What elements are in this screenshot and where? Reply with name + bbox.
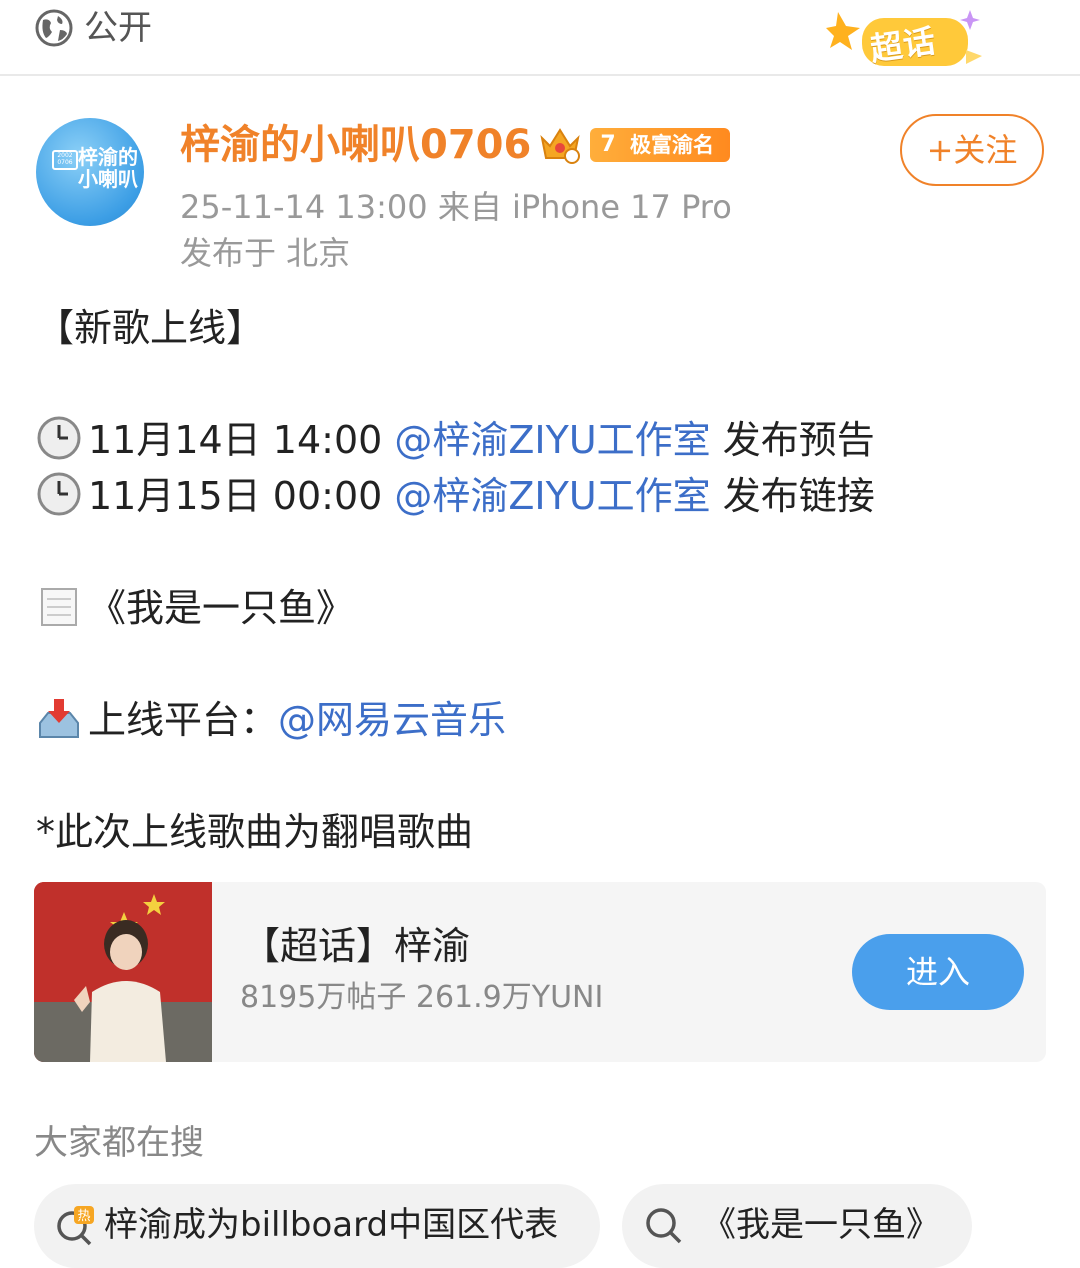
song-title: 《我是一只鱼》: [88, 586, 355, 630]
avatar-text: 梓渝的小喇叭: [78, 145, 138, 191]
top-bar: 公开 超话: [0, 0, 1080, 76]
preview-action: 发布预告: [710, 418, 875, 462]
post-platform: 上线平台：@网易云音乐: [36, 694, 506, 746]
level-title: 极富渝名: [630, 133, 714, 157]
search-icon: [646, 1208, 682, 1244]
post-line-preview: 11月14日 14:00 @梓渝ZIYU工作室 发布预告: [36, 414, 875, 466]
search-chip-label: 梓渝成为billboard中国区代表: [104, 1205, 559, 1245]
post-line-link: 11月15日 00:00 @梓渝ZIYU工作室 发布链接: [36, 470, 875, 522]
search-chip-label: 《我是一只鱼》: [702, 1205, 940, 1245]
clock-icon: [37, 472, 81, 516]
supertopic-cover-image: [34, 882, 212, 1062]
follow-button[interactable]: +关注: [900, 114, 1044, 186]
preview-time: 11月14日 14:00: [88, 418, 395, 462]
memo-icon: [41, 588, 77, 626]
inbox-download-icon: [39, 699, 79, 738]
crown-icon: [540, 128, 580, 164]
link-time: 11月15日 00:00: [88, 474, 395, 518]
trending-heading: 大家都在搜: [34, 1123, 204, 1163]
supertopic-badge-label: 超话: [867, 21, 939, 69]
enter-button[interactable]: 进入: [852, 934, 1024, 1010]
post-time-source: 25-11-14 13:00 来自 iPhone 17 Pro: [180, 188, 732, 226]
username[interactable]: 梓渝的小喇叭0706: [180, 118, 531, 172]
supertopic-title: 【超话】梓渝: [242, 924, 471, 968]
studio-mention-link[interactable]: @梓渝ZIYU工作室: [394, 474, 710, 518]
post-song: 《我是一只鱼》: [36, 582, 354, 634]
post-location: 发布于 北京: [180, 234, 351, 272]
hot-search-icon: 热: [57, 1206, 94, 1246]
level-badge[interactable]: 7 极富渝名: [590, 128, 730, 162]
clock-icon: [37, 416, 81, 460]
link-action: 发布链接: [710, 474, 875, 518]
post-heading: 【新歌上线】: [36, 306, 265, 350]
supertopic-stats: 8195万帖子 261.9万YUNI: [240, 980, 604, 1015]
visibility-label: 公开: [84, 8, 152, 48]
supertopic-card[interactable]: 【超话】梓渝 8195万帖子 261.9万YUNI 进入: [34, 882, 1046, 1062]
platform-mention-link[interactable]: @网易云音乐: [278, 698, 506, 742]
search-chip[interactable]: 《我是一只鱼》: [622, 1184, 972, 1268]
avatar[interactable]: 2002 0706 梓渝的小喇叭: [36, 118, 144, 226]
platform-label: 上线平台：: [88, 698, 279, 742]
post-note: *此次上线歌曲为翻唱歌曲: [36, 810, 474, 854]
svg-text:热: 热: [77, 1209, 90, 1224]
globe-icon: [35, 9, 73, 47]
search-chip[interactable]: 热 梓渝成为billboard中国区代表: [34, 1184, 600, 1268]
studio-mention-link[interactable]: @梓渝ZIYU工作室: [394, 418, 710, 462]
level-number: 7: [600, 132, 616, 157]
